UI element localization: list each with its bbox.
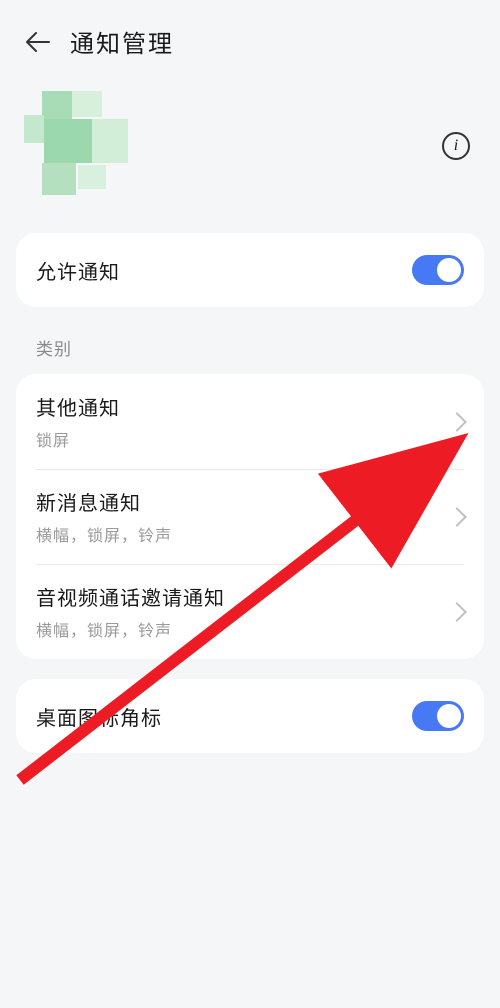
page-title: 通知管理: [70, 24, 174, 59]
desktop-badge-toggle[interactable]: [412, 701, 464, 731]
category-item-other[interactable]: 其他通知 锁屏: [16, 374, 484, 469]
category-item-sub: 横幅，锁屏，铃声: [36, 617, 450, 641]
allow-notifications-card: 允许通知: [16, 233, 484, 307]
app-icon: [24, 91, 134, 201]
category-item-title: 其他通知: [36, 392, 450, 421]
chevron-right-icon: [447, 507, 467, 527]
back-button[interactable]: [24, 28, 52, 56]
category-list-card: 其他通知 锁屏 新消息通知 横幅，锁屏，铃声 音视频通话邀请通知 横幅，锁屏，铃…: [16, 374, 484, 659]
app-info-section: i: [0, 75, 500, 233]
info-icon[interactable]: i: [442, 132, 470, 160]
desktop-badge-row[interactable]: 桌面图标角标: [16, 679, 484, 753]
category-item-title: 音视频通话邀请通知: [36, 582, 450, 611]
category-section-title: 类别: [0, 307, 500, 374]
category-item-av-invite[interactable]: 音视频通话邀请通知 横幅，锁屏，铃声: [16, 564, 484, 659]
allow-notifications-toggle[interactable]: [412, 255, 464, 285]
arrow-left-icon: [25, 31, 51, 53]
header: 通知管理: [0, 0, 500, 75]
chevron-right-icon: [447, 602, 467, 622]
desktop-badge-label: 桌面图标角标: [36, 702, 162, 731]
allow-notifications-row[interactable]: 允许通知: [16, 233, 484, 307]
desktop-badge-card: 桌面图标角标: [16, 679, 484, 753]
category-item-sub: 锁屏: [36, 427, 450, 451]
category-item-title: 新消息通知: [36, 487, 450, 516]
category-item-new-message[interactable]: 新消息通知 横幅，锁屏，铃声: [16, 469, 484, 564]
chevron-right-icon: [447, 412, 467, 432]
allow-notifications-label: 允许通知: [36, 256, 120, 285]
category-item-sub: 横幅，锁屏，铃声: [36, 522, 450, 546]
